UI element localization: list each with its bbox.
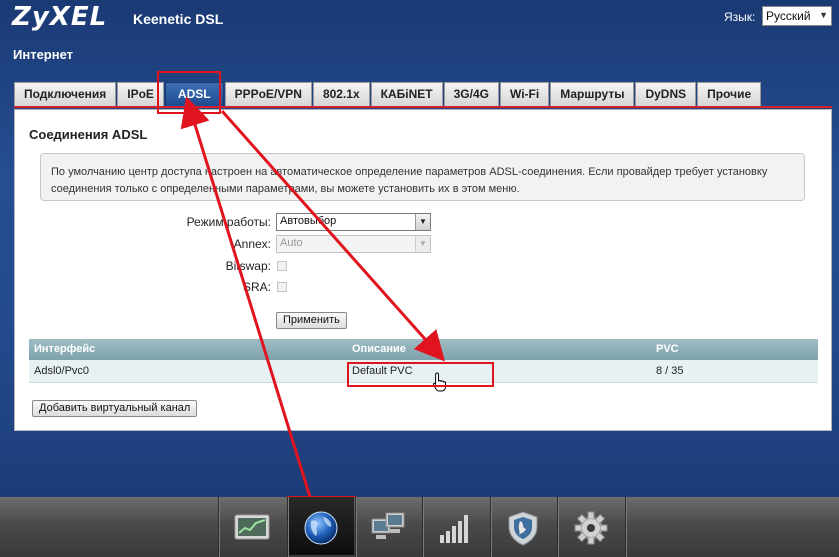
tab-bar: Подключения IPoE ADSL PPPoE/VPN 802.1x К… [14, 82, 762, 106]
sra-checkbox[interactable] [277, 282, 287, 292]
table-header: Интерфейс Описание PVC [29, 339, 818, 360]
tab-wifi[interactable]: Wi-Fi [499, 82, 550, 106]
info-box: По умолчанию центр доступа настроен на а… [40, 153, 805, 201]
zyxel-logo: ZyXEL [12, 2, 108, 32]
language-label: Язык: [724, 10, 756, 24]
bar-separator [218, 497, 219, 557]
tab-kabinet[interactable]: КАБiNET [370, 82, 443, 106]
language-select-value: Русский [766, 9, 811, 23]
tab-other[interactable]: Прочие [697, 82, 762, 106]
info-text-line-1: По умолчанию центр доступа настроен на а… [51, 166, 768, 178]
cell-pvc: 8 / 35 [656, 365, 684, 377]
adsl-panel: Соединения ADSL По умолчанию центр досту… [14, 109, 832, 431]
mode-select-value: Автовыбор [280, 215, 337, 227]
bottom-nav-bar [0, 497, 839, 557]
page-title: Интернет [13, 47, 74, 62]
header-description: Описание [352, 343, 406, 355]
bar-separator [422, 497, 423, 557]
header-interface: Интерфейс [34, 343, 96, 355]
table-row[interactable]: Adsl0/Pvc0 Default PVC 8 / 35 [29, 360, 818, 383]
tab-dydns[interactable]: DyDNS [635, 82, 697, 106]
mode-select[interactable]: Автовыбор ▼ [276, 213, 431, 231]
tab-connections[interactable]: Подключения [14, 82, 117, 106]
signal-bars-icon[interactable] [436, 509, 476, 547]
bar-separator [355, 497, 356, 557]
tab-8021x[interactable]: 802.1x [312, 82, 370, 106]
bitswap-checkbox[interactable] [277, 261, 287, 271]
bar-separator [557, 497, 558, 557]
chevron-down-icon: ▼ [819, 10, 828, 20]
bar-separator [490, 497, 491, 557]
annex-select-value: Auto [280, 237, 303, 249]
bitswap-label: Bitswap: [225, 259, 271, 273]
pvc-table: Интерфейс Описание PVC Adsl0/Pvc0 Defaul… [29, 339, 818, 383]
header-pvc: PVC [656, 343, 679, 355]
tab-adsl[interactable]: ADSL [164, 82, 224, 106]
language-select[interactable]: Русский ▼ [762, 6, 832, 26]
monitor-chart-icon[interactable] [233, 509, 273, 547]
chevron-down-icon: ▼ [415, 236, 430, 252]
shield-icon[interactable] [503, 509, 543, 547]
bar-separator [625, 497, 626, 557]
gear-icon[interactable] [571, 509, 611, 547]
section-title: Соединения ADSL [29, 127, 148, 142]
tab-underline [14, 106, 832, 108]
bar-separator [287, 497, 288, 557]
apply-button[interactable]: Применить [276, 312, 347, 329]
tab-pppoe-vpn[interactable]: PPPoE/VPN [224, 82, 312, 106]
sra-label: SRA: [242, 280, 271, 294]
tab-3g4g[interactable]: 3G/4G [443, 82, 499, 106]
info-text-line-2: соединения только с определенными параме… [51, 183, 520, 195]
chevron-down-icon: ▼ [415, 214, 430, 230]
add-virtual-channel-button[interactable]: Добавить виртуальный канал [32, 400, 198, 417]
tab-routes[interactable]: Маршруты [550, 82, 635, 106]
annex-label: Annex: [233, 237, 271, 251]
annex-select[interactable]: Auto ▼ [276, 235, 431, 253]
globe-icon[interactable] [301, 509, 341, 547]
hand-cursor-icon [432, 372, 446, 392]
cell-description[interactable]: Default PVC [352, 360, 413, 383]
tab-ipoe[interactable]: IPoE [117, 82, 164, 106]
product-name: Keenetic DSL [133, 11, 224, 27]
cell-interface: Adsl0/Pvc0 [34, 365, 90, 377]
network-computers-icon[interactable] [368, 509, 408, 547]
mode-label: Режим работы: [186, 215, 271, 229]
